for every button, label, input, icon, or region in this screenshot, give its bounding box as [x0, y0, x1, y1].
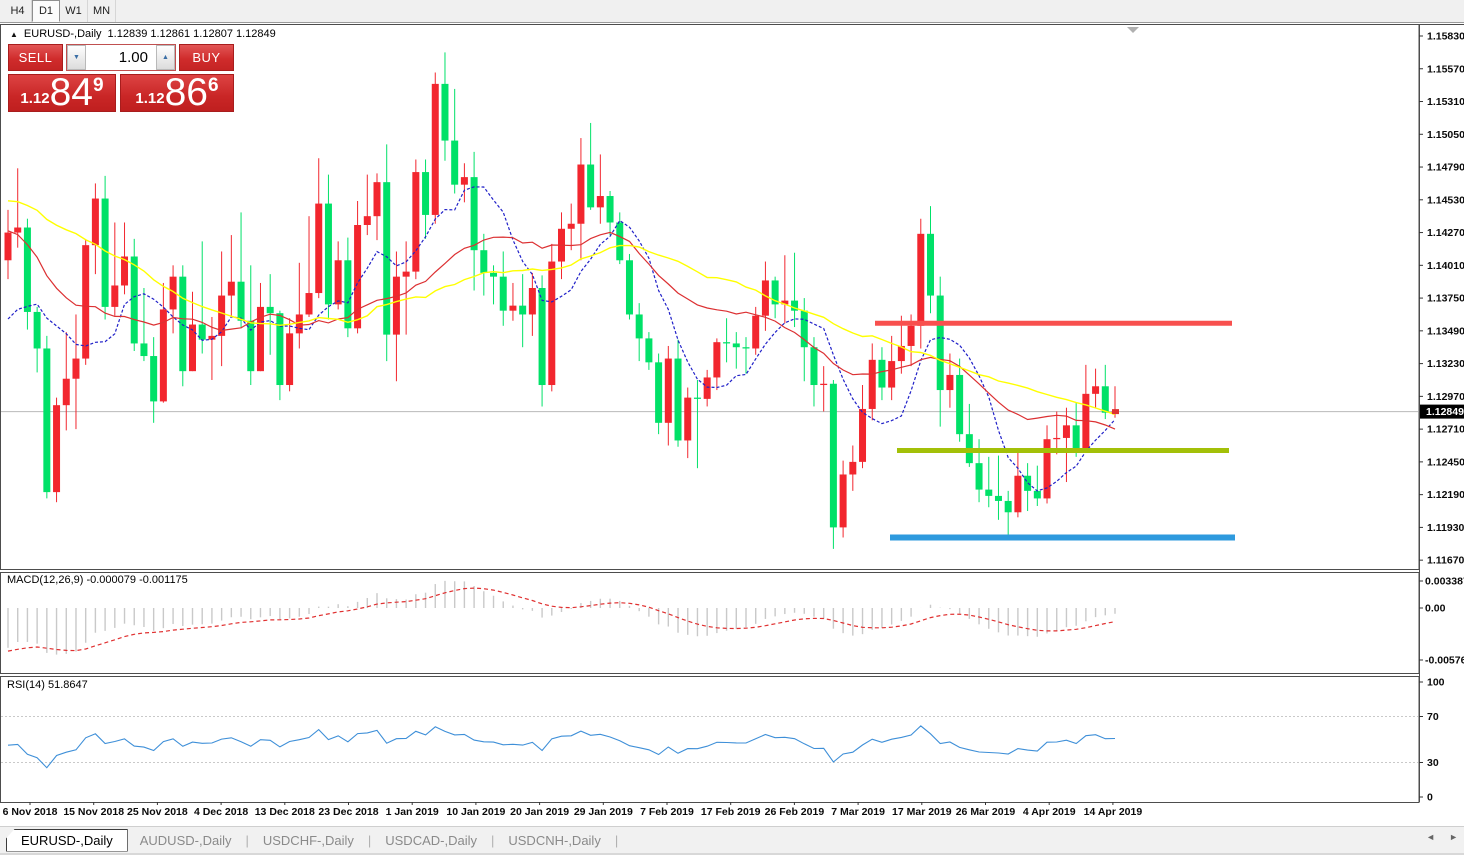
- tab-scrollbar: ◄ ►: [1426, 832, 1458, 842]
- svg-text:70: 70: [1427, 711, 1439, 723]
- svg-text:23 Dec 2018: 23 Dec 2018: [318, 806, 378, 818]
- buy-button[interactable]: BUY: [179, 44, 234, 71]
- timeframe-button-d1[interactable]: D1: [32, 0, 60, 22]
- sell-price-big: 84: [50, 75, 93, 111]
- svg-text:1.12970: 1.12970: [1427, 391, 1464, 403]
- svg-text:30: 30: [1427, 757, 1439, 769]
- svg-text:1.15310: 1.15310: [1427, 96, 1464, 108]
- tab-scroll-left-icon[interactable]: ◄: [1426, 832, 1435, 842]
- svg-text:17 Mar 2019: 17 Mar 2019: [892, 806, 952, 818]
- date-axis[interactable]: 6 Nov 2018 15 Nov 201825 Nov 2018 4 Dec 20…: [3, 802, 1143, 818]
- svg-text:10 Jan 2019: 10 Jan 2019: [446, 806, 505, 818]
- volume-increase-button[interactable]: ▲: [156, 45, 175, 70]
- svg-text:100: 100: [1427, 677, 1445, 689]
- volume-decrease-button[interactable]: ▼: [67, 45, 86, 70]
- svg-text:15 Nov 2018: 15 Nov 2018: [63, 806, 124, 818]
- svg-text:1.12190: 1.12190: [1427, 489, 1464, 501]
- chart-title-row: ▲ EURUSD-,Daily 1.12839 1.12861 1.12807 …: [10, 28, 276, 40]
- svg-text:4 Apr 2019: 4 Apr 2019: [1023, 806, 1076, 818]
- symbol-tab-bar: EURUSD-,DailyAUDUSD-,Daily|USDCHF-,Daily…: [0, 826, 1464, 853]
- macd-pane: [8, 581, 1115, 655]
- chart-shift-marker-icon[interactable]: [1127, 27, 1139, 33]
- rsi-pane: [1, 717, 1419, 768]
- symbol-tab-usdcnh[interactable]: USDCNH-,Daily: [496, 829, 612, 852]
- one-click-trade-panel: SELL ▼ 1.00 ▲ BUY 1.12 84 9 1.12 86 6: [8, 44, 234, 112]
- svg-text:7 Mar 2019: 7 Mar 2019: [831, 806, 885, 818]
- chart-symbol-title: EURUSD-,Daily: [24, 28, 102, 40]
- svg-text:17 Feb 2019: 17 Feb 2019: [701, 806, 761, 818]
- collapse-panel-icon[interactable]: ▲: [10, 30, 18, 39]
- rsi-line: [8, 726, 1115, 768]
- svg-text:1.14270: 1.14270: [1427, 227, 1464, 239]
- svg-text:1.11930: 1.11930: [1427, 522, 1464, 534]
- last-price-marker: [1112, 409, 1119, 414]
- sell-price-pip: 9: [93, 75, 104, 97]
- chart-ohlc-readout: 1.12839 1.12861 1.12807 1.12849: [108, 28, 276, 40]
- svg-text:1.14530: 1.14530: [1427, 194, 1464, 206]
- volume-stepper: ▼ 1.00 ▲: [66, 44, 176, 71]
- timeframe-toolbar: H4D1W1MN: [0, 0, 1464, 23]
- tab-scroll-right-icon[interactable]: ►: [1449, 832, 1458, 842]
- macd-pane-border: [1, 573, 1420, 674]
- svg-text:1.15570: 1.15570: [1427, 63, 1464, 75]
- svg-text:1.13230: 1.13230: [1427, 358, 1464, 370]
- svg-text:14 Apr 2019: 14 Apr 2019: [1084, 806, 1143, 818]
- macd-signal-line: [8, 588, 1115, 651]
- symbol-tab-usdcad[interactable]: USDCAD-,Daily: [373, 829, 489, 852]
- svg-text:1.14790: 1.14790: [1427, 162, 1464, 174]
- buy-price-display[interactable]: 1.12 86 6: [120, 74, 234, 112]
- symbol-tab-eurusd[interactable]: EURUSD-,Daily: [6, 829, 128, 852]
- svg-text:1.15050: 1.15050: [1427, 129, 1464, 141]
- svg-text:1.12849: 1.12849: [1426, 406, 1464, 418]
- buy-price-big: 86: [165, 75, 208, 111]
- svg-text:1.14010: 1.14010: [1427, 260, 1464, 272]
- svg-text:1.12710: 1.12710: [1427, 424, 1464, 436]
- svg-text:1.12450: 1.12450: [1427, 456, 1464, 468]
- rsi-indicator-label: RSI(14) 51.8647: [7, 679, 88, 691]
- svg-text:0.00: 0.00: [1425, 603, 1446, 615]
- svg-text:25 Nov 2018: 25 Nov 2018: [127, 806, 188, 818]
- timeframe-button-mn[interactable]: MN: [88, 0, 116, 22]
- svg-text:13 Dec 2018: 13 Dec 2018: [255, 806, 315, 818]
- svg-text:1.11670: 1.11670: [1427, 555, 1464, 567]
- svg-text:0: 0: [1427, 792, 1433, 804]
- svg-text:26 Feb 2019: 26 Feb 2019: [765, 806, 825, 818]
- sell-price-prefix: 1.12: [20, 90, 49, 107]
- svg-text:26 Mar 2019: 26 Mar 2019: [956, 806, 1016, 818]
- tab-separator: |: [368, 833, 371, 848]
- svg-text:1.13750: 1.13750: [1427, 293, 1464, 305]
- buy-price-prefix: 1.12: [135, 90, 164, 107]
- rsi-pane-border: [1, 677, 1420, 803]
- price-pane: [1, 52, 1419, 548]
- svg-text:4 Dec 2018: 4 Dec 2018: [194, 806, 248, 818]
- svg-text:1 Jan 2019: 1 Jan 2019: [386, 806, 439, 818]
- sell-price-display[interactable]: 1.12 84 9: [8, 74, 116, 112]
- tab-separator: |: [491, 833, 494, 848]
- svg-text:7 Feb 2019: 7 Feb 2019: [640, 806, 694, 818]
- macd-indicator-label: MACD(12,26,9) -0.000079 -0.001175: [7, 574, 188, 586]
- svg-text:1.13490: 1.13490: [1427, 325, 1464, 337]
- svg-text:0.003387: 0.003387: [1425, 576, 1464, 588]
- symbol-tab-audusd[interactable]: AUDUSD-,Daily: [128, 829, 244, 852]
- volume-input[interactable]: 1.00: [86, 45, 156, 70]
- svg-text:6 Nov 2018: 6 Nov 2018: [3, 806, 58, 818]
- candles-layer: [5, 52, 1119, 548]
- tab-separator: |: [245, 833, 248, 848]
- chart-canvas[interactable]: 1.15830 1.15570 1.15310 1.15050 1.14790 1.145…: [0, 24, 1464, 826]
- sell-button[interactable]: SELL: [8, 44, 63, 71]
- price-axis[interactable]: 1.15830 1.15570 1.15310 1.15050 1.14790 1.145…: [1419, 31, 1464, 804]
- timeframe-button-h4[interactable]: H4: [4, 0, 32, 22]
- svg-text:20 Jan 2019: 20 Jan 2019: [510, 806, 569, 818]
- svg-text:1.15830: 1.15830: [1427, 31, 1464, 43]
- buy-price-pip: 6: [208, 75, 219, 97]
- mt4-window: H4D1W1MN 1.158301.155701.153101.150501.1…: [0, 0, 1464, 855]
- timeframe-button-w1[interactable]: W1: [60, 0, 88, 22]
- svg-text:-0.00576: -0.00576: [1425, 655, 1464, 667]
- symbol-tab-usdchf[interactable]: USDCHF-,Daily: [251, 829, 366, 852]
- tab-separator: |: [615, 833, 618, 848]
- svg-text:29 Jan 2019: 29 Jan 2019: [574, 806, 633, 818]
